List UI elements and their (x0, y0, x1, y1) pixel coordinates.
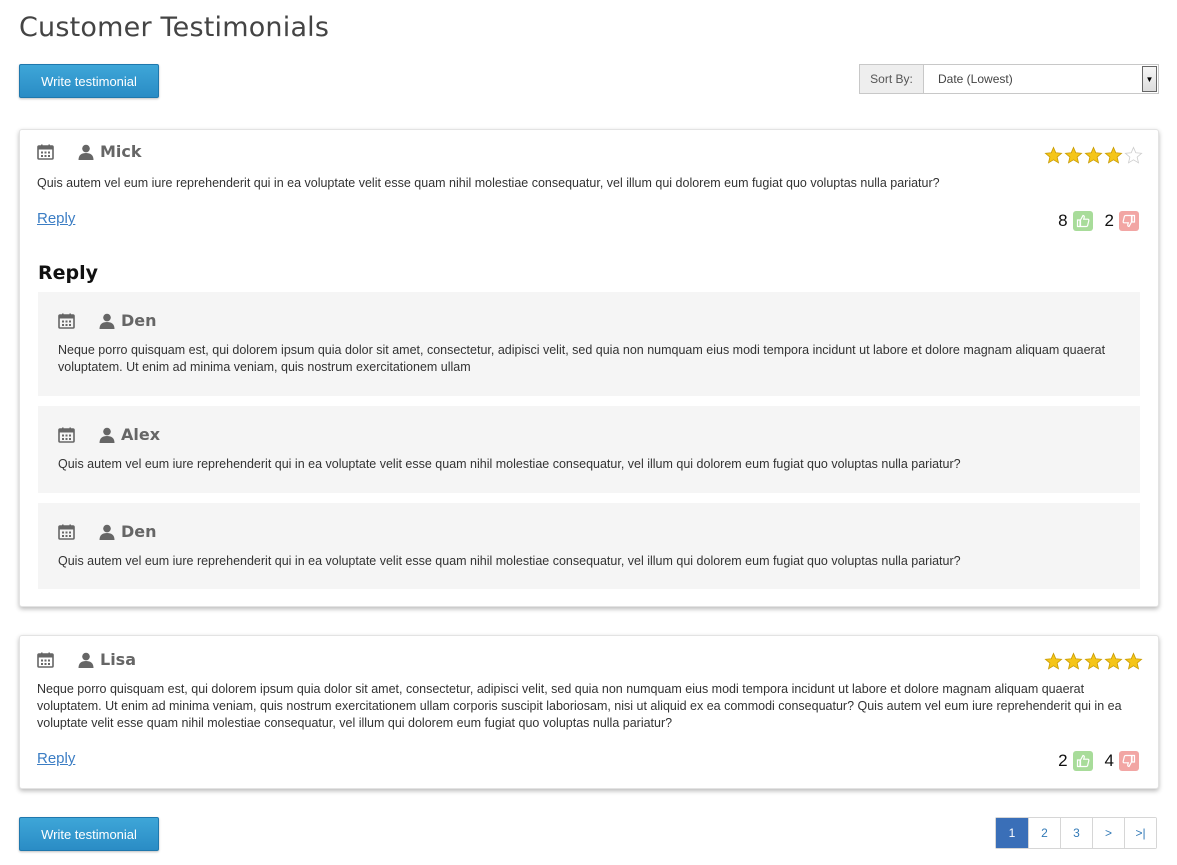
user-icon (99, 313, 115, 329)
star-filled-icon (1104, 652, 1123, 671)
reply-author: Alex (121, 425, 161, 444)
calendar-icon (58, 524, 75, 540)
vote-controls: 8 2 (1058, 211, 1139, 231)
star-filled-icon (1044, 146, 1063, 165)
author-name: Lisa (100, 650, 136, 669)
calendar-icon (37, 652, 54, 668)
page-button-1[interactable]: 1 (996, 818, 1028, 848)
pagination: 1 2 3 > >| (995, 817, 1157, 849)
calendar-icon (37, 144, 54, 160)
write-testimonial-button[interactable]: Write testimonial (19, 817, 159, 851)
vote-controls: 2 4 (1058, 751, 1139, 771)
user-icon (78, 652, 94, 668)
star-filled-icon (1084, 146, 1103, 165)
write-testimonial-button[interactable]: Write testimonial (19, 64, 159, 98)
sort-control: Sort By: Date (Lowest) ▼ (859, 64, 1159, 94)
reply-link[interactable]: Reply (37, 210, 75, 227)
star-filled-icon (1124, 652, 1143, 671)
replies-heading: Reply (38, 262, 99, 284)
reply-item: Den Neque porro quisquam est, qui dolore… (38, 292, 1140, 396)
rating-stars (1044, 146, 1143, 165)
reply-meta: Den (58, 311, 157, 330)
reply-item: Alex Quis autem vel eum iure reprehender… (38, 406, 1140, 493)
chevron-down-icon[interactable]: ▼ (1142, 66, 1157, 92)
last-page-button[interactable]: >| (1124, 818, 1156, 848)
star-filled-icon (1064, 652, 1083, 671)
testimonial-meta: Lisa (37, 650, 136, 669)
reply-text: Quis autem vel eum iure reprehenderit qu… (58, 554, 961, 568)
thumbs-down-icon[interactable] (1119, 751, 1139, 771)
sort-select[interactable]: Date (Lowest) ▼ (924, 65, 1158, 93)
testimonial-meta: Mick (37, 142, 142, 161)
like-count: 8 (1058, 211, 1068, 230)
reply-meta: Den (58, 522, 157, 541)
reply-link[interactable]: Reply (37, 750, 75, 767)
page-button-2[interactable]: 2 (1028, 818, 1060, 848)
star-filled-icon (1064, 146, 1083, 165)
star-filled-icon (1104, 146, 1123, 165)
user-icon (99, 524, 115, 540)
like-count: 2 (1058, 751, 1068, 770)
reply-meta: Alex (58, 425, 160, 444)
page-button-3[interactable]: 3 (1060, 818, 1092, 848)
star-filled-icon (1044, 652, 1063, 671)
reply-item: Den Quis autem vel eum iure reprehenderi… (38, 503, 1140, 589)
star-empty-icon (1124, 146, 1143, 165)
author-name: Mick (100, 142, 142, 161)
reply-text: Quis autem vel eum iure reprehenderit qu… (58, 457, 961, 471)
reply-author: Den (121, 311, 157, 330)
sort-selected-value: Date (Lowest) (938, 72, 1013, 86)
thumbs-up-icon[interactable] (1072, 751, 1093, 771)
reply-text: Neque porro quisquam est, qui dolorem ip… (58, 343, 1106, 374)
testimonial-card: Lisa Neque porro quisquam est, qui dolor… (19, 635, 1159, 789)
rating-stars (1044, 652, 1143, 671)
thumbs-down-icon[interactable] (1119, 211, 1139, 231)
next-page-button[interactable]: > (1092, 818, 1124, 848)
calendar-icon (58, 427, 75, 443)
calendar-icon (58, 313, 75, 329)
page-title: Customer Testimonials (19, 12, 330, 43)
star-filled-icon (1084, 652, 1103, 671)
sort-label: Sort By: (860, 65, 924, 93)
user-icon (78, 144, 94, 160)
dislike-count: 4 (1104, 751, 1114, 770)
testimonial-text: Neque porro quisquam est, qui dolorem ip… (37, 682, 1122, 730)
thumbs-up-icon[interactable] (1072, 211, 1093, 231)
testimonial-card: Mick Quis autem vel eum iure reprehender… (19, 129, 1159, 607)
dislike-count: 2 (1104, 211, 1114, 230)
reply-author: Den (121, 522, 157, 541)
testimonial-text: Quis autem vel eum iure reprehenderit qu… (37, 176, 940, 190)
user-icon (99, 427, 115, 443)
